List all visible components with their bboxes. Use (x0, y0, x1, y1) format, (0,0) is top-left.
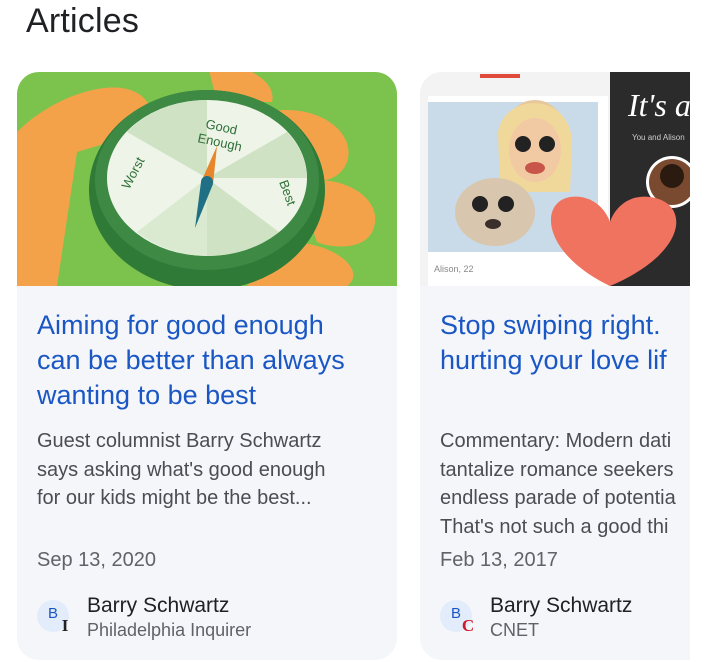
inquirer-logo-icon: I (61, 616, 69, 635)
article-thumbnail-compass[interactable]: Good Enough Worst Best (17, 72, 397, 286)
article-date: Feb 13, 2017 (440, 549, 558, 571)
articles-carousel[interactable]: Good Enough Worst Best Aiming for good e… (0, 0, 690, 662)
article-thumbnail-dating-app[interactable]: Alison, 22 It's a You and Alison (420, 72, 690, 286)
article-card[interactable]: Alison, 22 It's a You and Alison Stop sw… (420, 72, 690, 660)
profile-caption: Alison, 22 (434, 264, 474, 274)
cnet-logo-icon: C (461, 616, 475, 635)
article-headline[interactable]: Stop swiping right. hurting your love li… (440, 308, 690, 378)
dating-app-illustration: Alison, 22 It's a You and Alison (420, 72, 690, 286)
article-publisher: CNET (490, 620, 539, 640)
app-match-subtext: You and Alison (632, 133, 685, 142)
article-date: Sep 13, 2020 (37, 549, 156, 571)
article-snippet: Commentary: Modern dati tantalize romanc… (440, 430, 676, 538)
article-publisher: Philadelphia Inquirer (87, 620, 252, 640)
compass-illustration: Good Enough Worst Best (17, 72, 397, 286)
article-source: B I Barry Schwartz Philadelphia Inquirer (37, 594, 387, 644)
app-match-heading: It's a (627, 87, 690, 123)
article-card[interactable]: Good Enough Worst Best Aiming for good e… (17, 72, 397, 660)
article-snippet: Guest columnist Barry Schwartz says aski… (37, 430, 326, 509)
article-headline[interactable]: Aiming for good enough can be better tha… (37, 308, 387, 413)
article-author: Barry Schwartz (490, 594, 633, 617)
article-author: Barry Schwartz (87, 594, 230, 617)
article-source: B C Barry Schwartz CNET (440, 594, 690, 644)
